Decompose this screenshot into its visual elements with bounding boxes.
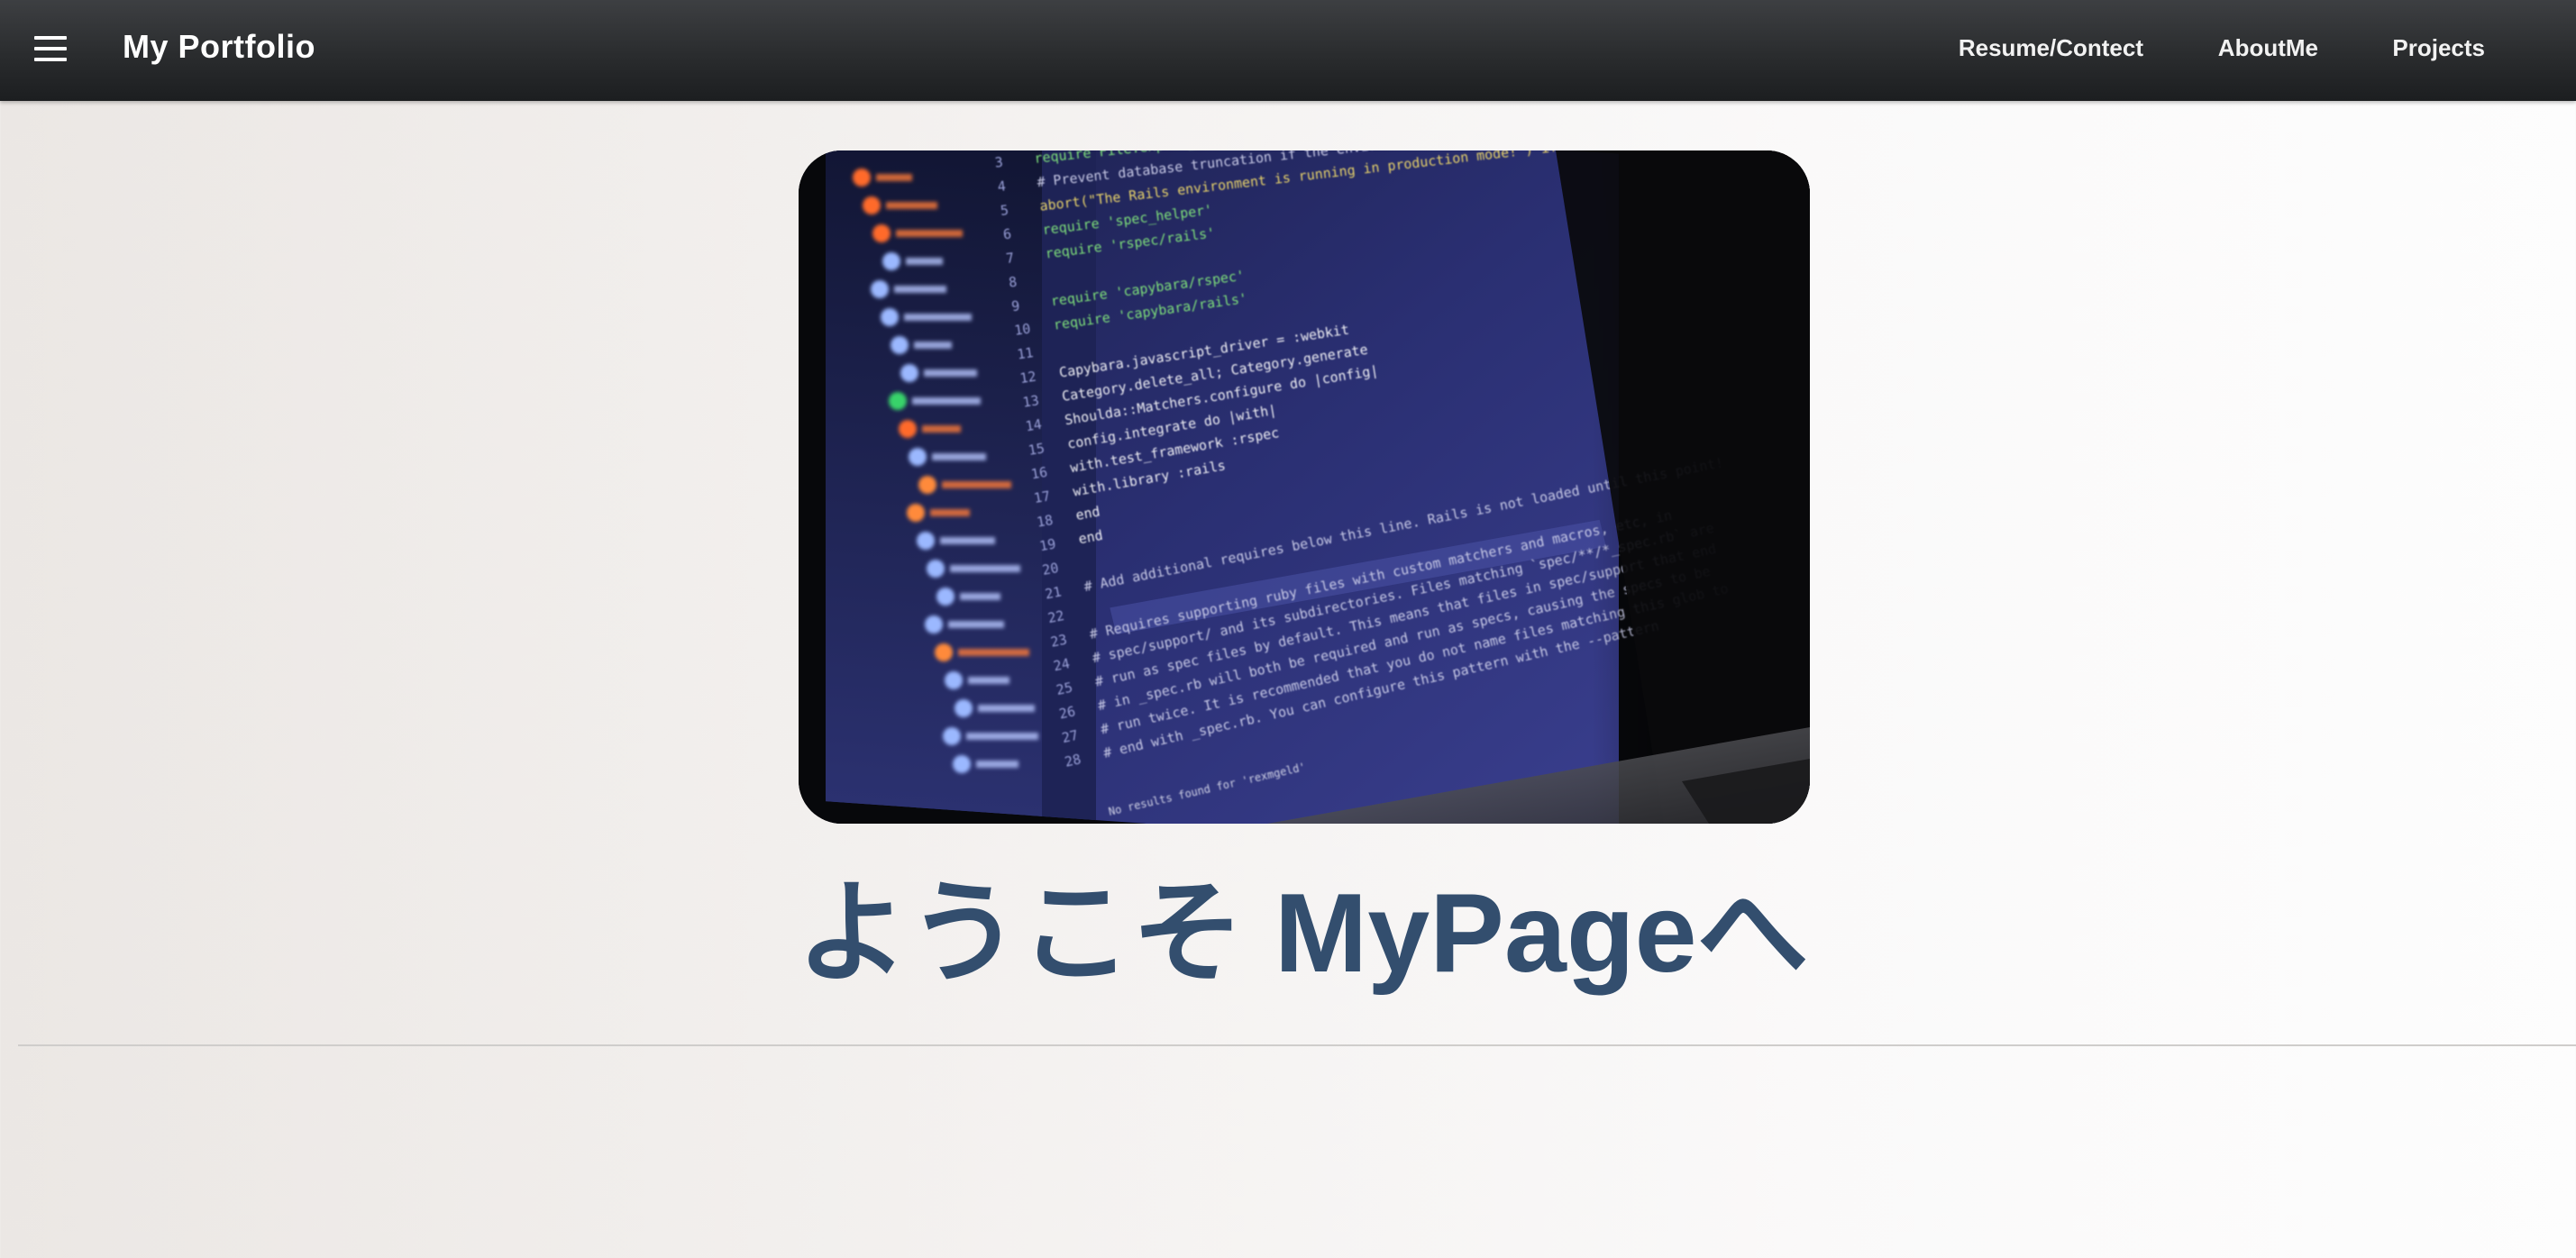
file-tree-icon — [925, 615, 943, 634]
code-line-number: 14 — [1024, 416, 1043, 435]
nav-link-projects[interactable]: Projects — [2392, 34, 2485, 62]
code-line-number: 20 — [1041, 560, 1060, 579]
nav-link-resume-contact[interactable]: Resume/Contect — [1959, 34, 2143, 62]
file-tree-icon — [891, 336, 909, 354]
file-tree-label — [896, 230, 963, 237]
file-tree-icon — [927, 560, 945, 578]
code-line-number: 13 — [1021, 392, 1040, 411]
file-tree-icon — [863, 196, 881, 214]
file-tree-icon — [945, 671, 963, 689]
file-tree-icon — [882, 252, 900, 270]
file-tree-icon — [953, 755, 971, 773]
file-tree-icon — [899, 420, 917, 438]
file-tree-icon — [871, 280, 889, 298]
file-tree-label — [914, 342, 952, 349]
file-tree-label — [942, 481, 1011, 488]
site-brand[interactable]: My Portfolio — [123, 27, 315, 67]
file-tree-icon — [881, 308, 899, 326]
file-tree-label — [922, 425, 961, 433]
code-line-number: 18 — [1036, 512, 1055, 531]
code-line-number: 12 — [1019, 369, 1037, 387]
code-line-number: 23 — [1049, 632, 1068, 651]
code-line-number: 16 — [1030, 464, 1049, 483]
file-tree-label — [948, 621, 1004, 628]
divider — [18, 1044, 2576, 1046]
code-line-number: 21 — [1044, 583, 1063, 602]
code-line-number: 17 — [1033, 488, 1052, 506]
file-tree-label — [904, 314, 972, 321]
file-tree-label — [932, 453, 986, 460]
code-line-number: 24 — [1052, 655, 1071, 674]
file-tree-label — [958, 649, 1029, 656]
nav-link-about-me[interactable]: AboutMe — [2218, 34, 2318, 62]
file-tree-icon — [917, 532, 935, 550]
file-tree-label — [912, 397, 981, 405]
code-line-number: 3 — [994, 154, 1004, 171]
file-tree-icon — [955, 699, 973, 717]
file-tree-label — [968, 677, 1009, 684]
file-tree-icon — [943, 727, 961, 745]
file-tree-label — [960, 593, 1000, 600]
laptop-code-editor-photo: 3require File.expand_path('../../config/… — [799, 150, 1810, 824]
file-tree-icon — [935, 643, 953, 661]
top-navbar: My Portfolio Resume/Contect AboutMe Proj… — [0, 0, 2576, 101]
file-tree-label — [924, 369, 977, 377]
code-line-number: 11 — [1016, 344, 1034, 362]
file-tree-icon — [889, 392, 907, 410]
hamburger-menu-icon[interactable] — [34, 36, 67, 61]
welcome-heading: ようこそ MyPageへ — [796, 871, 1809, 996]
file-tree-icon — [907, 504, 925, 522]
file-tree-label — [976, 761, 1019, 768]
hero-image: 3require File.expand_path('../../config/… — [799, 150, 1810, 824]
file-tree-label — [950, 565, 1020, 572]
code-line-number: 15 — [1028, 440, 1046, 459]
file-tree-label — [940, 537, 995, 544]
file-tree-icon — [872, 224, 891, 242]
file-tree-label — [886, 202, 937, 209]
code-line-number: 10 — [1013, 321, 1031, 339]
file-tree-label — [966, 733, 1038, 740]
file-tree-icon — [918, 476, 936, 494]
file-tree-label — [876, 174, 912, 181]
file-tree-icon — [936, 588, 955, 606]
file-tree-icon — [900, 364, 918, 382]
file-tree-label — [978, 705, 1035, 712]
code-line-number: 19 — [1038, 535, 1057, 554]
code-line-number: 26 — [1057, 703, 1077, 722]
file-tree-label — [906, 258, 943, 265]
file-tree-icon — [909, 448, 927, 466]
file-tree-label — [930, 509, 970, 516]
file-tree-icon — [853, 169, 871, 187]
code-line-number: 25 — [1055, 679, 1073, 698]
file-tree-label — [894, 286, 946, 293]
code-line-number: 22 — [1046, 607, 1065, 626]
